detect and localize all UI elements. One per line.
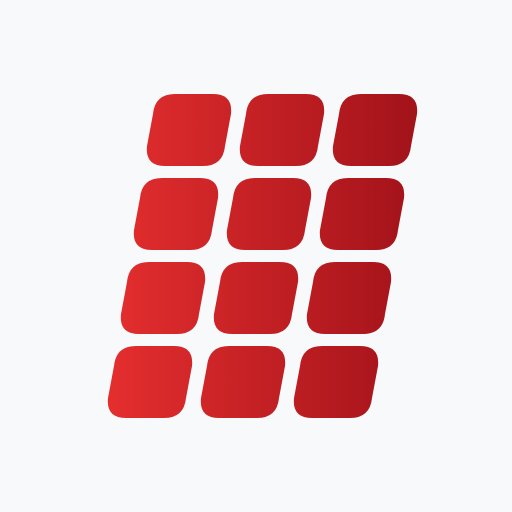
logo-tile-r3-c3 <box>306 262 392 334</box>
logo-tile-r2-c1 <box>133 178 219 250</box>
logo-tiles <box>107 94 418 418</box>
logo-tile-r1-c1 <box>146 94 232 166</box>
logo-tile-r2-c3 <box>319 178 405 250</box>
logo-tile-r4-c1 <box>107 346 193 418</box>
logo-tile-r3-c2 <box>213 262 299 334</box>
logo-tile-r3-c1 <box>120 262 206 334</box>
keypad-grid-logo-icon <box>107 94 418 418</box>
logo-tile-r4-c3 <box>293 346 379 418</box>
logo-tile-r4-c2 <box>200 346 286 418</box>
app-icon-canvas <box>0 0 512 512</box>
logo-tile-r2-c2 <box>226 178 312 250</box>
logo-tile-r1-c2 <box>239 94 325 166</box>
logo-tile-r1-c3 <box>332 94 418 166</box>
